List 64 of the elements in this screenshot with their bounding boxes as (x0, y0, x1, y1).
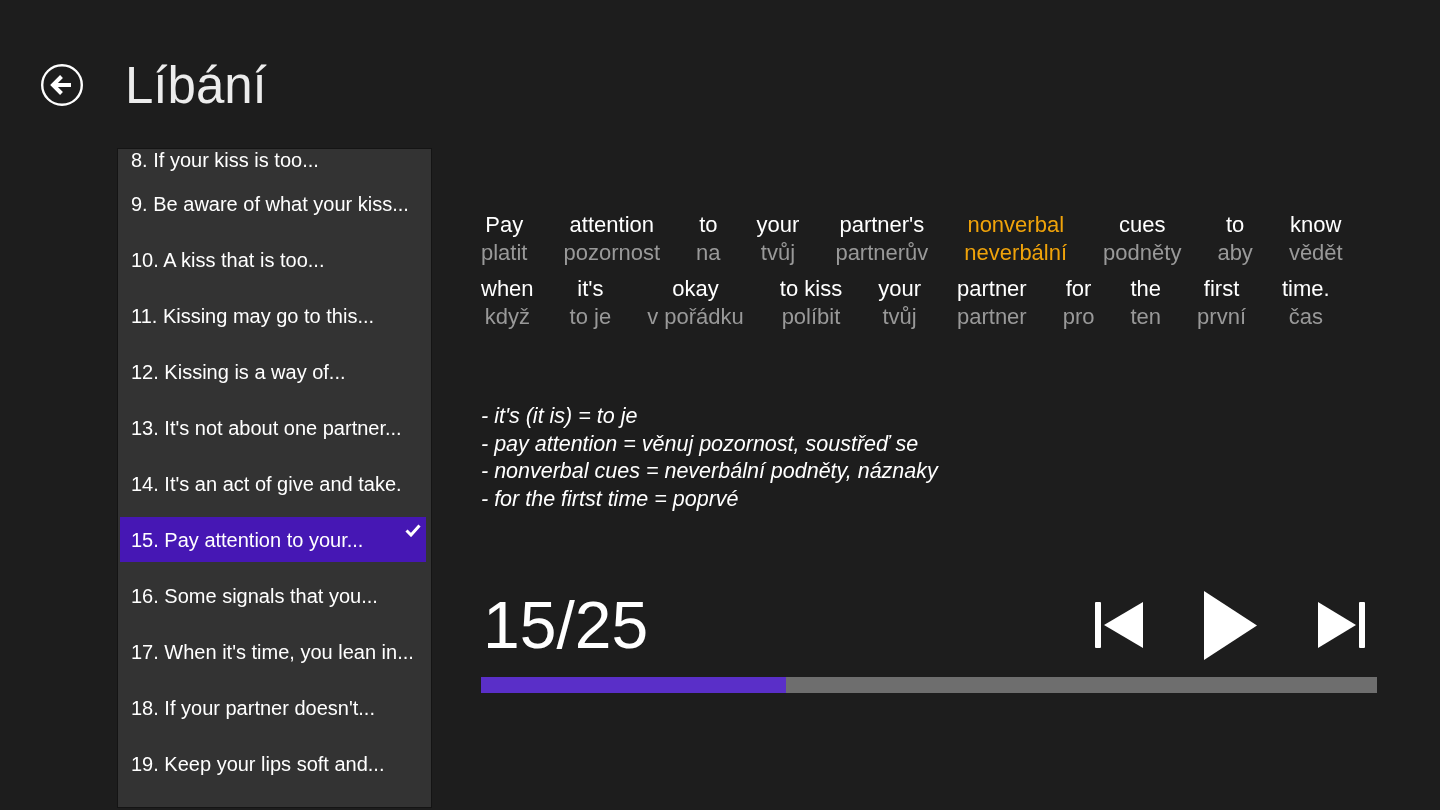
lesson-list-item[interactable]: 17. When it's time, you lean in... (120, 629, 426, 674)
english-word: it's (577, 275, 604, 303)
czech-translation: políbit (781, 303, 841, 331)
czech-translation: když (484, 303, 530, 331)
lesson-list-item[interactable]: 19. Keep your lips soft and... (120, 741, 426, 786)
czech-translation: ten (1130, 303, 1162, 331)
czech-translation: partnerův (835, 239, 929, 267)
czech-translation: na (696, 239, 721, 267)
czech-translation: platit (481, 239, 528, 267)
skip-back-icon (1095, 602, 1143, 648)
czech-translation: to je (569, 303, 612, 331)
lesson-list-item[interactable]: 14. It's an act of give and take. (120, 461, 426, 506)
czech-translation: vědět (1288, 239, 1343, 267)
english-word: time. (1282, 275, 1330, 303)
previous-button[interactable] (1095, 602, 1143, 648)
lesson-list-item[interactable]: 8. If your kiss is too... (120, 149, 426, 170)
vocabulary-note: - nonverbal cues = neverbální podněty, náznaky (481, 458, 938, 485)
play-button[interactable] (1204, 590, 1257, 660)
english-word: your (756, 211, 800, 239)
lesson-list-item[interactable]: 15. Pay attention to your... (120, 517, 426, 562)
english-word: partner (956, 275, 1027, 303)
czech-translation: partner (956, 303, 1027, 331)
czech-translation: podněty (1103, 239, 1182, 267)
english-word: for (1065, 275, 1092, 303)
page-title: Líbání (125, 59, 267, 111)
czech-translation: první (1197, 303, 1246, 331)
english-word: partner's (839, 211, 925, 239)
english-word: to kiss (779, 275, 843, 303)
english-word: when (481, 275, 534, 303)
lesson-list-item[interactable]: 13. It's not about one partner... (120, 405, 426, 450)
english-word: cues (1119, 211, 1166, 239)
lesson-list-item[interactable]: 12. Kissing is a way of... (120, 349, 426, 394)
next-button[interactable] (1318, 602, 1365, 648)
back-button[interactable] (41, 64, 83, 106)
english-word: attention (569, 211, 654, 239)
english-word: to (1225, 211, 1245, 239)
english-word: to (699, 211, 718, 239)
skip-forward-icon (1318, 602, 1365, 648)
czech-translation: pro (1062, 303, 1095, 331)
english-word: the (1130, 275, 1162, 303)
lesson-counter: 15/25 (483, 592, 649, 658)
english-word: your (878, 275, 921, 303)
czech-translation: pozornost (563, 239, 661, 267)
czech-translation: neverbální (964, 239, 1068, 267)
play-icon (1204, 590, 1257, 660)
lesson-list-item[interactable]: 10. A kiss that is too... (120, 237, 426, 282)
english-word: first (1203, 275, 1240, 303)
lesson-list-item[interactable]: 18. If your partner doesn't... (120, 685, 426, 730)
check-icon (405, 524, 421, 537)
czech-translation: aby (1217, 239, 1253, 267)
czech-translation: tvůj (760, 239, 796, 267)
vocabulary-note: - for the firtst time = poprvé (481, 485, 739, 513)
english-word: know (1290, 211, 1342, 239)
czech-translation: tvůj (882, 303, 917, 331)
czech-translation: čas (1288, 303, 1323, 331)
vocabulary-note: - pay attention = věnuj pozornost, soustřeď se (481, 430, 919, 458)
czech-translation: v pořádku (647, 303, 744, 331)
vocabulary-note: - it's (it is) = to je (481, 403, 638, 430)
english-word: okay (672, 275, 719, 303)
english-word: nonverbal (967, 211, 1065, 239)
lesson-list-item[interactable]: 16. Some signals that you... (120, 573, 426, 618)
lesson-list-item[interactable]: 11. Kissing may go to this... (120, 293, 426, 338)
english-word: Pay (485, 211, 524, 239)
lesson-list-item[interactable]: 9. Be aware of what your kiss... (120, 181, 426, 226)
